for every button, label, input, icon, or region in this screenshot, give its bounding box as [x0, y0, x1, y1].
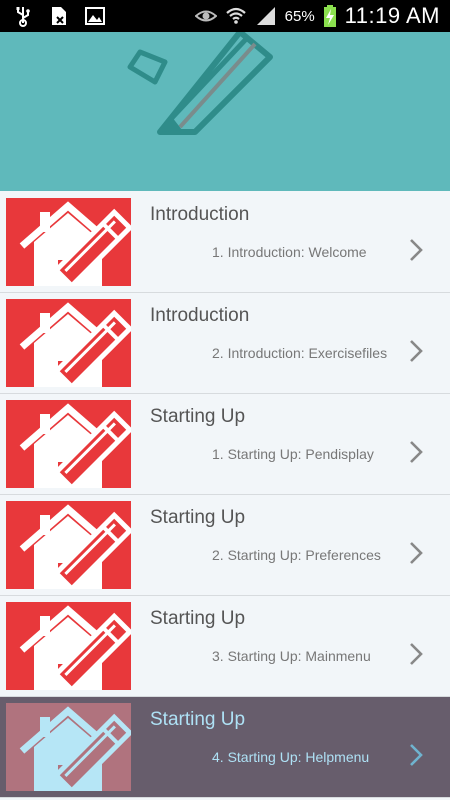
- lesson-list-item[interactable]: Starting Up 4. Starting Up: Helpmenu: [0, 697, 450, 798]
- lesson-list-item[interactable]: Starting Up 2. Starting Up: Preferences: [0, 495, 450, 596]
- lesson-name: 3. Starting Up: Mainmenu: [212, 648, 371, 664]
- chevron-right-icon: [408, 440, 424, 464]
- lesson-thumbnail-house-pencil-icon: [6, 602, 131, 690]
- lesson-list-item[interactable]: Introduction 2. Introduction: Exercisefil…: [0, 293, 450, 394]
- lesson-section-title: Introduction: [150, 204, 250, 225]
- image-icon: [85, 7, 105, 25]
- lesson-section-title: Starting Up: [150, 406, 246, 427]
- lesson-thumbnail-house-pencil-icon: [6, 501, 131, 589]
- notification-icons: [12, 4, 106, 28]
- chevron-right-icon: [408, 541, 424, 565]
- clock: 11:19 AM: [344, 3, 440, 28]
- wifi-icon: [225, 7, 246, 24]
- lesson-thumbnail-house-pencil-icon: [6, 198, 131, 286]
- lesson-name: 2. Starting Up: Preferences: [212, 547, 381, 563]
- chevron-right-icon: [408, 339, 424, 363]
- lesson-name: 4. Starting Up: Helpmenu: [212, 749, 370, 765]
- lesson-name: 1. Starting Up: Pendisplay: [212, 446, 374, 462]
- usb-icon: [16, 7, 30, 27]
- header-banner: [0, 32, 450, 191]
- lesson-section-title: Starting Up: [150, 608, 246, 629]
- document-blocked-icon: [52, 7, 66, 25]
- battery-percentage: 65%: [284, 7, 315, 25]
- lesson-thumbnail-house-pencil-icon: [6, 299, 131, 387]
- status-bar: 65% 11:19 AM: [0, 0, 450, 32]
- chevron-right-icon: [408, 238, 424, 262]
- lesson-name: 1. Introduction: Welcome: [212, 244, 367, 260]
- lesson-name: 2. Introduction: Exercisefiles: [212, 345, 388, 361]
- eye-icon: [194, 10, 217, 22]
- lesson-list-item[interactable]: Introduction 1. Introduction: Welcome: [0, 192, 450, 293]
- lesson-list-item[interactable]: Starting Up 1. Starting Up: Pendisplay: [0, 394, 450, 495]
- lesson-list: Introduction 1. Introduction: Welcome Intr…: [0, 192, 450, 798]
- lesson-thumbnail-house-pencil-icon: [6, 703, 131, 791]
- signal-icon: [256, 7, 275, 25]
- chevron-right-icon: [408, 642, 424, 666]
- lesson-section-title: Starting Up: [150, 709, 246, 730]
- battery-charging-icon: [323, 5, 336, 27]
- lesson-list-item[interactable]: Starting Up 3. Starting Up: Mainmenu: [0, 596, 450, 697]
- lesson-thumbnail-house-pencil-icon: [6, 400, 131, 488]
- pencil-illustration: [127, 32, 273, 135]
- lesson-section-title: Introduction: [150, 305, 250, 326]
- lesson-section-title: Starting Up: [150, 507, 246, 528]
- chevron-right-icon: [408, 743, 424, 767]
